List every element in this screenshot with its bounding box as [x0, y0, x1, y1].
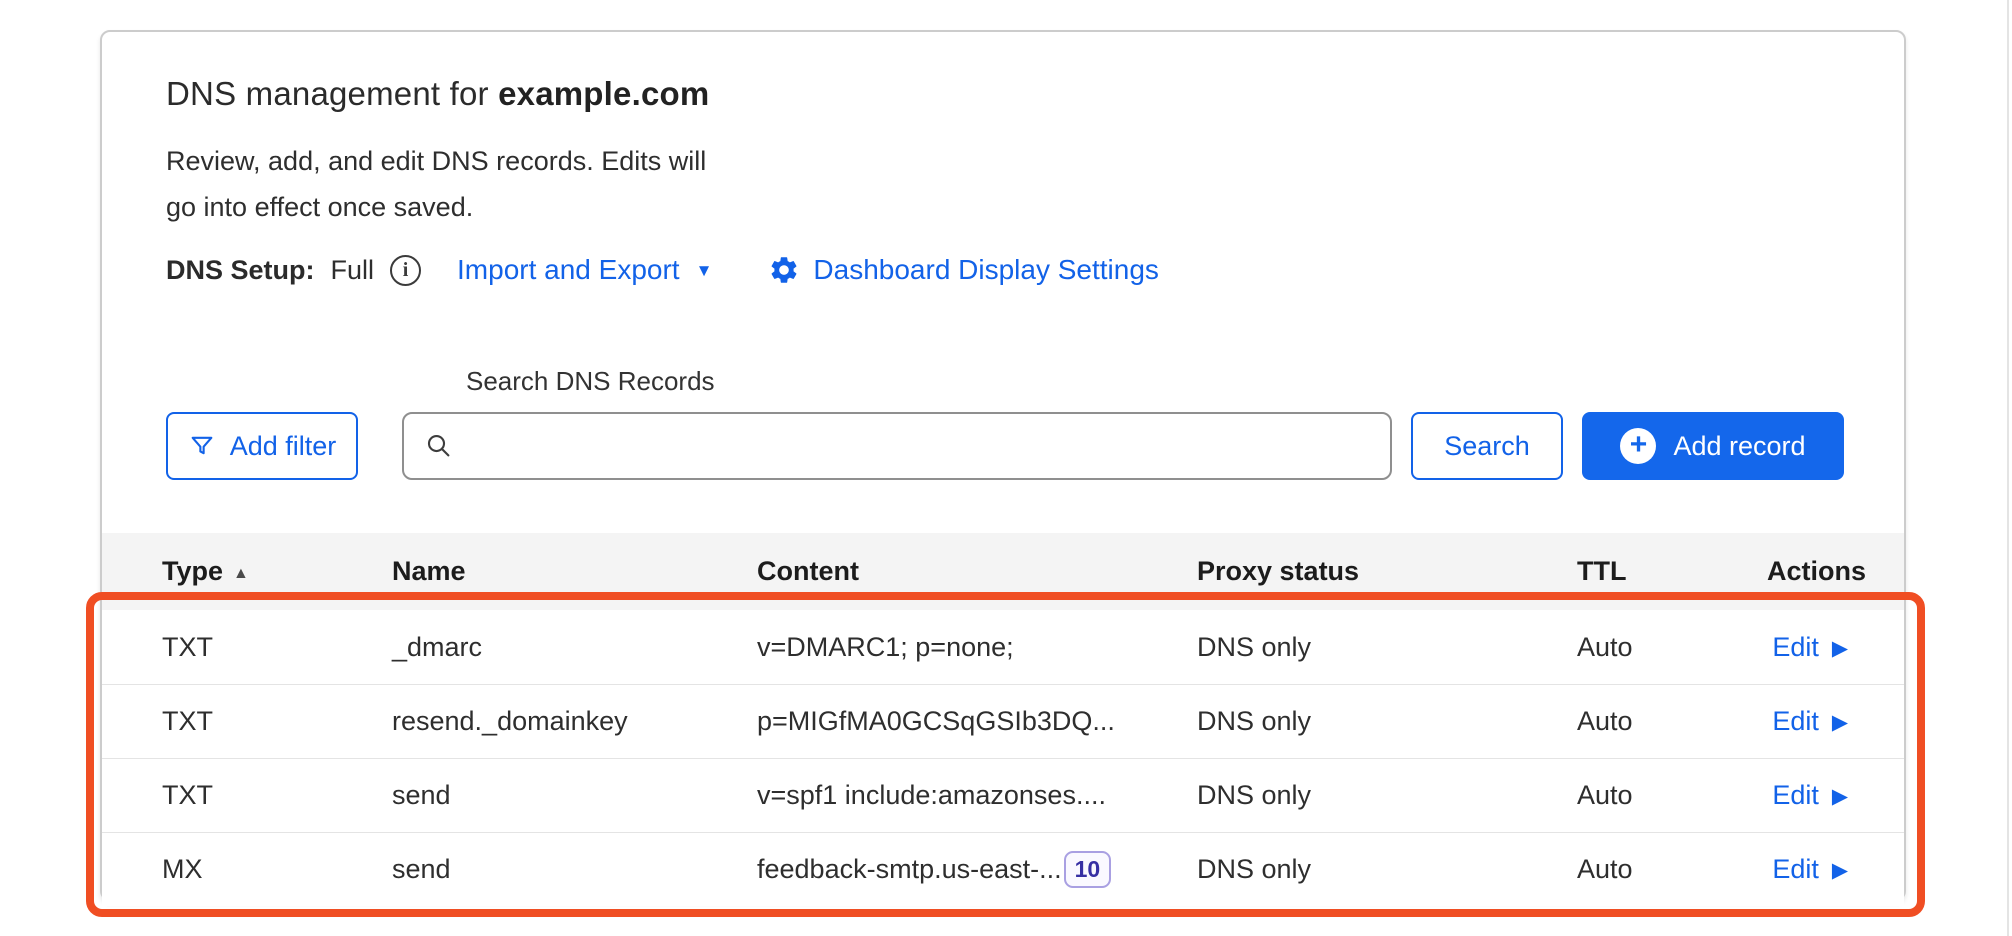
edit-arrow-icon: ▶: [1832, 784, 1848, 809]
search-icon: [424, 431, 454, 461]
table-row: TXTresend._domainkeyp=MIGfMA0GCSqGSIb3DQ…: [102, 684, 1904, 758]
record-content: v=spf1 include:amazonses....: [757, 780, 1197, 811]
sort-ascending-icon: ▲: [233, 565, 249, 582]
column-header-type[interactable]: Type▲: [162, 556, 392, 587]
record-actions: Edit ▶: [1767, 780, 1848, 811]
column-header-content: Content: [757, 556, 1197, 587]
record-actions: Edit ▶: [1767, 632, 1848, 663]
record-content: feedback-smtp.us-east-...10: [757, 851, 1197, 888]
record-proxy-status: DNS only: [1197, 706, 1577, 737]
add-filter-label: Add filter: [230, 431, 337, 462]
edit-arrow-icon: ▶: [1832, 636, 1848, 661]
record-proxy-status: DNS only: [1197, 632, 1577, 663]
import-export-label: Import and Export: [457, 254, 680, 286]
page-title-domain: example.com: [498, 75, 709, 112]
add-record-button[interactable]: + Add record: [1582, 412, 1844, 480]
edit-link[interactable]: Edit ▶: [1772, 854, 1848, 885]
filter-funnel-icon: [188, 432, 216, 460]
add-filter-button[interactable]: Add filter: [166, 412, 358, 480]
add-record-label: Add record: [1673, 431, 1805, 462]
search-button[interactable]: Search: [1411, 412, 1563, 480]
search-field-label: Search DNS Records: [466, 366, 1844, 397]
page-title: DNS management for example.com: [166, 76, 1844, 112]
plus-icon: +: [1620, 428, 1656, 464]
dns-setup-label: DNS Setup:: [166, 255, 315, 286]
table-row: TXT_dmarcv=DMARC1; p=none; DNS onlyAutoEd…: [102, 610, 1904, 684]
search-box: [402, 412, 1392, 480]
edit-arrow-icon: ▶: [1832, 858, 1848, 883]
gear-icon: [768, 254, 800, 286]
record-name: send: [392, 854, 757, 885]
record-content-text: v=spf1 include:amazonses....: [757, 780, 1106, 811]
table-body: TXT_dmarcv=DMARC1; p=none;DNS onlyAutoEd…: [102, 610, 1904, 906]
page-title-prefix: DNS management for: [166, 75, 498, 112]
record-proxy-status: DNS only: [1197, 780, 1577, 811]
dashboard-display-settings-label: Dashboard Display Settings: [813, 254, 1159, 286]
record-type: TXT: [162, 780, 392, 811]
edit-label: Edit: [1772, 854, 1819, 885]
table-header-row: Type▲NameContentProxy statusTTLActions: [102, 533, 1904, 610]
column-header-actions: Actions: [1767, 556, 1866, 587]
record-actions: Edit ▶: [1767, 706, 1848, 737]
record-type: MX: [162, 854, 392, 885]
record-content: p=MIGfMA0GCSqGSIb3DQ...: [757, 706, 1197, 737]
dns-records-table: Type▲NameContentProxy statusTTLActions T…: [102, 533, 1904, 906]
record-content-text: feedback-smtp.us-east-...: [757, 854, 1062, 885]
edit-link[interactable]: Edit ▶: [1772, 632, 1848, 663]
record-content-text: v=DMARC1; p=none;: [757, 632, 1014, 663]
column-header-ttl: TTL: [1577, 556, 1767, 587]
record-name: resend._domainkey: [392, 706, 757, 737]
dashboard-display-settings-link[interactable]: Dashboard Display Settings: [768, 254, 1159, 286]
record-type: TXT: [162, 706, 392, 737]
import-export-link[interactable]: Import and Export ▼: [457, 254, 712, 286]
toolbar: Add filter Search + Add record: [166, 412, 1844, 480]
info-icon[interactable]: i: [390, 255, 421, 286]
page-subtitle: Review, add, and edit DNS records. Edits…: [166, 138, 726, 230]
edit-label: Edit: [1772, 780, 1819, 811]
record-ttl: Auto: [1577, 780, 1767, 811]
edit-label: Edit: [1772, 706, 1819, 737]
record-ttl: Auto: [1577, 854, 1767, 885]
dns-setup-value: Full: [331, 255, 375, 286]
edit-label: Edit: [1772, 632, 1819, 663]
table-row: MXsendfeedback-smtp.us-east-...10DNS onl…: [102, 832, 1904, 906]
record-ttl: Auto: [1577, 632, 1767, 663]
dns-management-card: DNS management for example.com Review, a…: [100, 30, 1906, 901]
chevron-down-icon: ▼: [696, 261, 713, 281]
column-header-name: Name: [392, 556, 757, 587]
search-input[interactable]: [466, 414, 1390, 478]
record-proxy-status: DNS only: [1197, 854, 1577, 885]
edit-arrow-icon: ▶: [1832, 710, 1848, 735]
page-right-divider: [2007, 0, 2009, 936]
record-name: _dmarc: [392, 632, 757, 663]
edit-link[interactable]: Edit ▶: [1772, 706, 1848, 737]
record-content-text: p=MIGfMA0GCSqGSIb3DQ...: [757, 706, 1115, 737]
record-content: v=DMARC1; p=none;: [757, 632, 1197, 663]
priority-badge: 10: [1064, 851, 1112, 888]
record-ttl: Auto: [1577, 706, 1767, 737]
table-row: TXTsendv=spf1 include:amazonses.... DNS o…: [102, 758, 1904, 832]
edit-link[interactable]: Edit ▶: [1772, 780, 1848, 811]
record-name: send: [392, 780, 757, 811]
dns-setup-row: DNS Setup: Full i Import and Export ▼ Da…: [166, 254, 1844, 286]
column-header-proxy-status: Proxy status: [1197, 556, 1577, 587]
record-actions: Edit ▶: [1767, 854, 1848, 885]
record-type: TXT: [162, 632, 392, 663]
